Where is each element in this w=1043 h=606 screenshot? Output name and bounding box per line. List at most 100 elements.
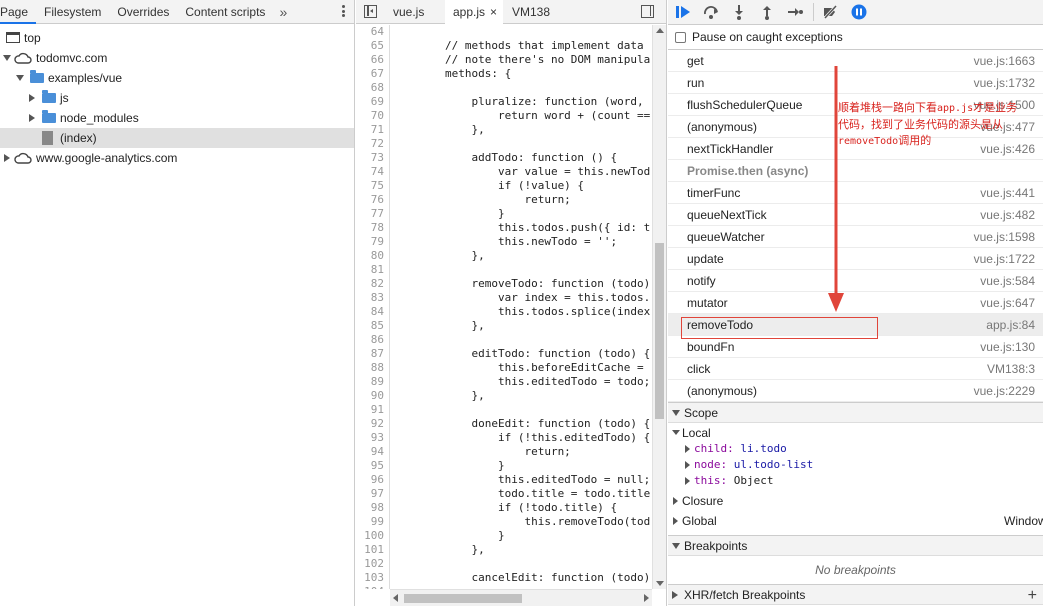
scope-closure[interactable]: Closure <box>668 493 1043 509</box>
call-frame[interactable]: boundFn vue.js:130 <box>668 336 1043 358</box>
breakpoints-header[interactable]: Breakpoints <box>668 535 1043 556</box>
horizontal-scrollbar[interactable] <box>390 589 652 606</box>
line-number[interactable]: 70 <box>356 109 384 123</box>
call-frame[interactable]: update vue.js:1722 <box>668 248 1043 270</box>
editor-tab-vue-js[interactable]: vue.js <box>393 0 424 24</box>
line-number[interactable]: 71 <box>356 123 384 137</box>
scroll-up-icon[interactable] <box>656 28 664 33</box>
line-number[interactable]: 68 <box>356 81 384 95</box>
tree-item-google-analytics[interactable]: www.google-analytics.com <box>0 148 354 168</box>
scope-var-this[interactable]: this: Object <box>668 473 1043 489</box>
line-number[interactable]: 102 <box>356 557 384 571</box>
scope-global[interactable]: Global Window <box>668 513 1043 529</box>
tab-overrides[interactable]: Overrides <box>109 0 177 24</box>
collapse-arrow-icon[interactable] <box>4 154 10 162</box>
line-number[interactable]: 98 <box>356 501 384 515</box>
line-number[interactable]: 95 <box>356 459 384 473</box>
tab-filesystem[interactable]: Filesystem <box>36 0 109 24</box>
expand-arrow-icon[interactable] <box>16 75 24 81</box>
scroll-right-icon[interactable] <box>644 594 649 602</box>
scroll-left-icon[interactable] <box>393 594 398 602</box>
line-number[interactable]: 77 <box>356 207 384 221</box>
line-number[interactable]: 75 <box>356 179 384 193</box>
line-number[interactable]: 104 <box>356 585 384 589</box>
line-number[interactable]: 72 <box>356 137 384 151</box>
pause-on-caught-option[interactable]: Pause on caught exceptions <box>668 25 1043 50</box>
toggle-navigator-icon[interactable] <box>364 5 377 18</box>
line-number[interactable]: 64 <box>356 25 384 39</box>
line-number[interactable]: 83 <box>356 291 384 305</box>
tab-page[interactable]: Page <box>0 0 37 24</box>
line-number[interactable]: 91 <box>356 403 384 417</box>
step-out-icon[interactable] <box>759 4 775 20</box>
line-number[interactable]: 80 <box>356 249 384 263</box>
line-number[interactable]: 69 <box>356 95 384 109</box>
tree-item-examples-vue[interactable]: examples/vue <box>0 68 354 88</box>
line-number[interactable]: 96 <box>356 473 384 487</box>
line-number[interactable]: 81 <box>356 263 384 277</box>
tree-item-index[interactable]: (index) <box>0 128 354 148</box>
collapse-arrow-icon[interactable] <box>29 94 35 102</box>
scope-var-child[interactable]: child: li.todo <box>668 441 1043 457</box>
line-number[interactable]: 65 <box>356 39 384 53</box>
line-number[interactable]: 78 <box>356 221 384 235</box>
line-number[interactable]: 103 <box>356 571 384 585</box>
collapse-arrow-icon[interactable] <box>29 114 35 122</box>
expand-arrow-icon[interactable] <box>3 55 11 61</box>
line-number[interactable]: 90 <box>356 389 384 403</box>
kebab-menu-icon[interactable] <box>340 3 346 19</box>
tree-item-node-modules[interactable]: node_modules <box>0 108 354 128</box>
line-number[interactable]: 99 <box>356 515 384 529</box>
line-number[interactable]: 93 <box>356 431 384 445</box>
step-icon[interactable] <box>787 4 803 20</box>
line-number[interactable]: 87 <box>356 347 384 361</box>
code-area[interactable]: 64 65 // methods that implement data 66 //… <box>356 25 666 589</box>
add-icon[interactable]: + <box>1028 585 1037 606</box>
line-number[interactable]: 88 <box>356 361 384 375</box>
line-number[interactable]: 89 <box>356 375 384 389</box>
call-frame[interactable]: mutator vue.js:647 <box>668 292 1043 314</box>
tree-item-js[interactable]: js <box>0 88 354 108</box>
line-number[interactable]: 94 <box>356 445 384 459</box>
line-number[interactable]: 82 <box>356 277 384 291</box>
deactivate-breakpoints-icon[interactable] <box>822 4 838 20</box>
scroll-down-icon[interactable] <box>656 581 664 586</box>
scrollbar-thumb[interactable] <box>404 594 522 603</box>
line-number[interactable]: 67 <box>356 67 384 81</box>
line-number[interactable]: 79 <box>356 235 384 249</box>
call-frame[interactable]: get vue.js:1663 <box>668 50 1043 72</box>
vertical-scrollbar[interactable] <box>652 25 666 589</box>
editor-tab-vm138[interactable]: VM138 <box>512 0 550 24</box>
line-number[interactable]: 76 <box>356 193 384 207</box>
step-over-icon[interactable] <box>703 4 719 20</box>
line-number[interactable]: 74 <box>356 165 384 179</box>
line-number[interactable]: 73 <box>356 151 384 165</box>
call-frame[interactable]: queueNextTick vue.js:482 <box>668 204 1043 226</box>
line-number[interactable]: 84 <box>356 305 384 319</box>
step-into-icon[interactable] <box>731 4 747 20</box>
more-tabs-icon[interactable]: » <box>273 4 293 20</box>
line-number[interactable]: 97 <box>356 487 384 501</box>
line-number[interactable]: 101 <box>356 543 384 557</box>
tree-item-todomvc[interactable]: todomvc.com <box>0 48 354 68</box>
scope-var-node[interactable]: node: ul.todo-list <box>668 457 1043 473</box>
tab-content-scripts[interactable]: Content scripts <box>177 0 273 24</box>
scope-local[interactable]: Local <box>668 425 1043 441</box>
line-number[interactable]: 86 <box>356 333 384 347</box>
line-number[interactable]: 85 <box>356 319 384 333</box>
pause-on-caught-checkbox[interactable] <box>675 32 686 43</box>
xhr-breakpoints-header[interactable]: XHR/fetch Breakpoints + <box>668 584 1043 605</box>
call-frame[interactable]: timerFunc vue.js:441 <box>668 182 1043 204</box>
pause-on-exceptions-icon[interactable] <box>851 4 867 20</box>
resume-icon[interactable] <box>675 4 691 20</box>
close-icon[interactable]: × <box>490 5 497 19</box>
line-number[interactable]: 66 <box>356 53 384 67</box>
scope-header[interactable]: Scope <box>668 402 1043 423</box>
call-frame[interactable]: queueWatcher vue.js:1598 <box>668 226 1043 248</box>
scrollbar-thumb[interactable] <box>655 243 664 419</box>
call-frame[interactable]: notify vue.js:584 <box>668 270 1043 292</box>
toggle-debugger-icon[interactable] <box>641 5 654 18</box>
line-number[interactable]: 92 <box>356 417 384 431</box>
call-frame[interactable]: click VM138:3 <box>668 358 1043 380</box>
call-frame[interactable]: (anonymous) vue.js:2229 <box>668 380 1043 402</box>
